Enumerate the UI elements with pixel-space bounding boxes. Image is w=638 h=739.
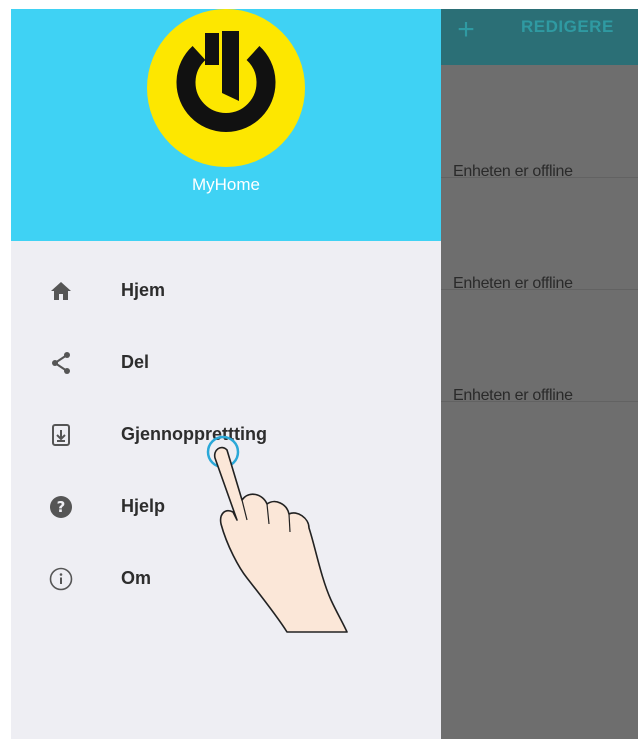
menu-item-label: Del <box>121 352 150 372</box>
device-row[interactable]: Enheten er offline <box>441 65 638 180</box>
menu-item-label: Hjem <box>121 280 166 300</box>
menu-item-restore[interactable]: Gjennopprettting <box>11 399 441 471</box>
share-icon <box>49 351 73 375</box>
plus-icon[interactable]: + <box>451 15 481 45</box>
menu-item-label: Om <box>121 568 152 588</box>
menu-item-label: Hjelp <box>121 496 166 516</box>
power-logo-icon <box>176 31 276 132</box>
device-status: Enheten er offline <box>453 387 573 404</box>
help-icon: ? <box>49 495 73 519</box>
restore-icon <box>49 423 73 447</box>
app-logo <box>147 9 305 167</box>
menu-item-label: Gjennopprettting <box>121 424 267 444</box>
drawer-header: MyHome <box>11 9 441 241</box>
menu-item-about[interactable]: Om <box>11 543 441 615</box>
edit-button[interactable]: REDIGERE <box>521 17 614 37</box>
menu-item-share[interactable]: Del <box>11 327 441 399</box>
navigation-drawer: MyHome Hjem Del Gjennopprettting ? Hjelp… <box>11 9 441 739</box>
info-icon <box>49 567 73 591</box>
menu-item-help[interactable]: ? Hjelp <box>11 471 441 543</box>
home-icon <box>49 279 73 303</box>
app-name: MyHome <box>191 175 260 194</box>
device-row[interactable]: Enheten er offline <box>441 177 638 292</box>
menu-item-home[interactable]: Hjem <box>11 255 441 327</box>
device-row[interactable]: Enheten er offline <box>441 289 638 404</box>
app-frame: + REDIGERE Enheten er offline Enheten er… <box>11 9 638 739</box>
svg-text:?: ? <box>57 498 66 516</box>
